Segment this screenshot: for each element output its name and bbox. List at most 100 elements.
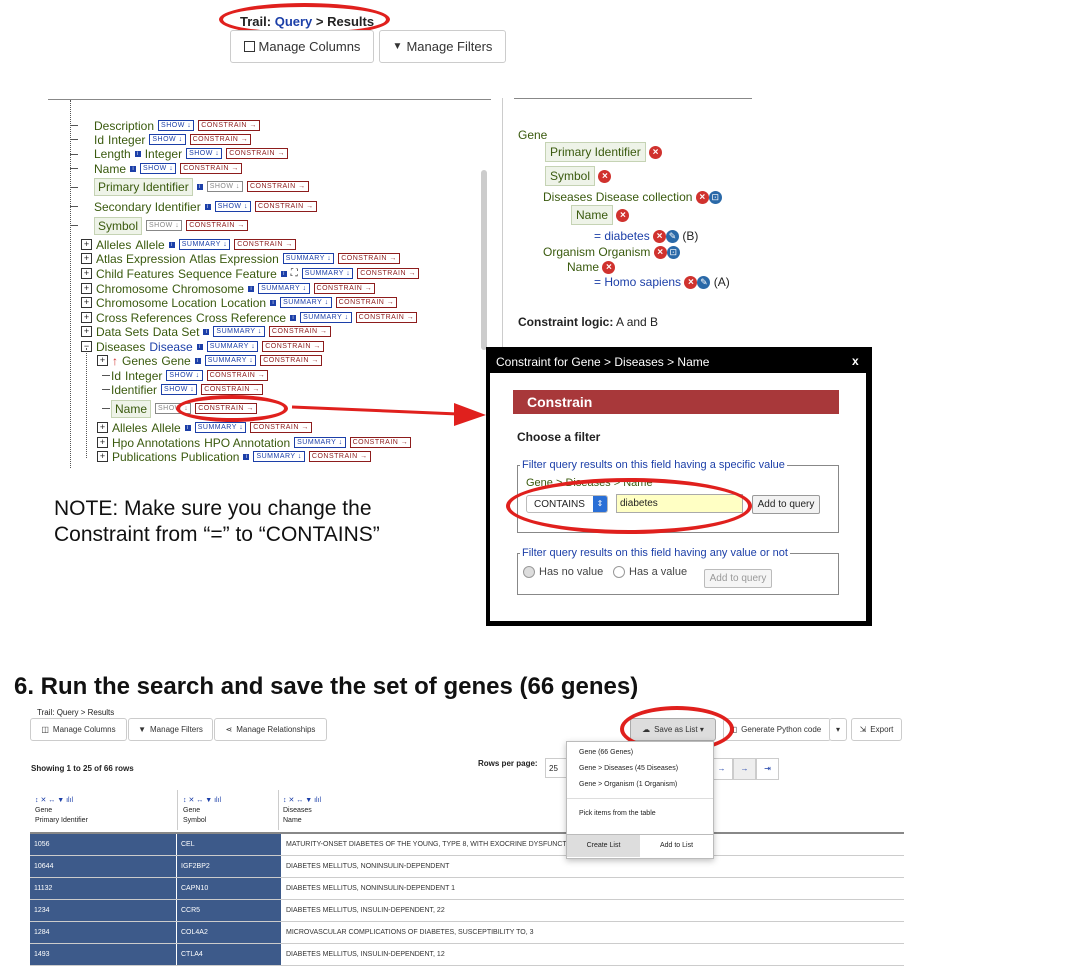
column-tools[interactable]: ↕ ✕ ↔ ▼ ılıl: [183, 796, 221, 806]
results-manage-filters-button[interactable]: ▼ Manage Filters: [128, 718, 213, 741]
results-manage-columns-button[interactable]: ◫ Manage Columns: [30, 718, 127, 741]
column-tools[interactable]: ↕ ✕ ↔ ▼ ılıl: [35, 796, 88, 806]
query-organism[interactable]: Organism Organism × ⊡: [543, 245, 680, 260]
expand-icon[interactable]: +: [81, 326, 92, 337]
manage-columns-label: Manage Columns: [258, 39, 361, 54]
add-to-query-button[interactable]: Add to query: [752, 495, 820, 514]
query-diseases[interactable]: Diseases Disease collection × ⊡: [543, 190, 722, 205]
rows-per-page-select[interactable]: 25: [545, 758, 567, 778]
tree-item-id[interactable]: Id Integer SHOW ↓ CONSTRAIN →: [94, 132, 252, 147]
tree-item-length[interactable]: Length i Integer SHOW ↓ CONSTRAIN →: [94, 146, 288, 161]
expand-icon[interactable]: +: [81, 253, 92, 264]
tree-item-primary-identifier[interactable]: Primary Identifier i SHOW ↓ CONSTRAIN →: [94, 177, 309, 196]
info-icon: i: [134, 150, 141, 157]
expand-icon[interactable]: +: [97, 451, 108, 462]
table-row[interactable]: 1234 CCR5 DIABETES MELLITUS, INSULIN-DEPEN…: [30, 900, 904, 922]
remove-icon[interactable]: ×: [695, 191, 709, 205]
results-manage-relationships-button[interactable]: ⋖ Manage Relationships: [214, 718, 327, 741]
remove-icon[interactable]: ×: [602, 261, 616, 275]
tree-item-publications[interactable]: + Publications Publication i SUMMARY ↓ CONS…: [97, 449, 371, 464]
manage-filters-button[interactable]: ▼ Manage Filters: [379, 30, 506, 63]
expand-icon[interactable]: +: [81, 297, 92, 308]
edit-icon[interactable]: ✎: [666, 230, 680, 244]
has-no-value-option[interactable]: Has no value: [523, 566, 603, 578]
column-header-symbol[interactable]: ↕ ✕ ↔ ▼ ılıl Gene Symbol: [183, 796, 221, 826]
tree-item-chromosome[interactable]: + Chromosome Chromosome i SUMMARY ↓ CONSTRA…: [81, 281, 376, 296]
constraint-logic: Constraint logic: A and B: [518, 315, 659, 329]
info-icon: i: [194, 357, 201, 364]
radio-icon[interactable]: [523, 566, 535, 578]
remove-icon[interactable]: ×: [653, 246, 667, 260]
generate-python-button[interactable]: ▯ Generate Python code: [723, 718, 831, 741]
query-symbol[interactable]: Symbol ×: [545, 166, 612, 186]
info-icon: i: [290, 314, 297, 321]
remove-icon[interactable]: ×: [649, 146, 663, 160]
tree-item-disease-id[interactable]: Id Integer SHOW ↓ CONSTRAIN →: [111, 368, 269, 383]
tree-scrollbar[interactable]: [481, 170, 487, 350]
tree-item-chromosome-location[interactable]: + Chromosome Location Location i SUMMARY ↓…: [81, 295, 398, 310]
python-dropdown-button[interactable]: ▾: [829, 718, 847, 741]
remove-icon[interactable]: ×: [616, 209, 630, 223]
column-divider: [278, 790, 279, 830]
hierarchy-icon: ⛶: [290, 268, 298, 279]
query-primary-identifier[interactable]: Primary Identifier ×: [545, 142, 663, 162]
results-trail[interactable]: Trail: Query > Results: [37, 708, 114, 717]
table-row[interactable]: 10644 IGF2BP2 DIABETES MELLITUS, NONINSULI…: [30, 856, 904, 878]
column-header-primary-identifier[interactable]: ↕ ✕ ↔ ▼ ılıl Gene Primary Identifier: [35, 796, 88, 826]
step-heading: 6. Run the search and save the set of ge…: [14, 673, 639, 700]
constraint-homo-sapiens[interactable]: = Homo sapiens × ✎ (A): [594, 275, 730, 290]
radio-icon[interactable]: [613, 566, 625, 578]
reverse-arrow-icon: ↑: [112, 353, 118, 368]
constraint-diabetes[interactable]: = diabetes × ✎ (B): [594, 229, 698, 244]
manage-columns-button[interactable]: Manage Columns: [230, 30, 374, 63]
table-row[interactable]: 1056 CEL MATURITY-ONSET DIABETES OF THE YO…: [30, 834, 904, 856]
expand-icon[interactable]: +: [81, 239, 92, 250]
tree-item-child-features[interactable]: + Child Features Sequence Feature i ⛶ SUMMA…: [81, 266, 419, 281]
menu-item-organism[interactable]: Gene > Organism (1 Organism): [579, 781, 677, 788]
has-a-value-option[interactable]: Has a value: [613, 566, 687, 578]
tree-item-alleles[interactable]: + Alleles Allele i SUMMARY ↓ CONSTRAIN →: [81, 237, 296, 252]
create-list-tab[interactable]: Create List: [567, 834, 640, 857]
next-page-icon-2[interactable]: →: [733, 758, 756, 780]
remove-icon[interactable]: ×: [684, 276, 698, 290]
tree-item-symbol[interactable]: Symbol SHOW ↓ CONSTRAIN →: [94, 216, 248, 235]
tree-item-secondary-identifier[interactable]: Secondary Identifier i SHOW ↓ CONSTRAIN →: [94, 199, 317, 214]
table-row[interactable]: 11132 CAPN10 DIABETES MELLITUS, NONINSULIN…: [30, 878, 904, 900]
query-organism-name[interactable]: Name ×: [567, 260, 616, 275]
info-icon: i: [130, 165, 137, 172]
join-icon[interactable]: ⊡: [708, 191, 722, 205]
menu-item-diseases[interactable]: Gene > Diseases (45 Diseases): [579, 765, 678, 772]
tree-item-disease-alleles[interactable]: + Alleles Allele i SUMMARY ↓ CONSTRAIN →: [97, 420, 312, 435]
expand-icon[interactable]: +: [81, 283, 92, 294]
remove-icon[interactable]: ×: [598, 170, 612, 184]
join-icon[interactable]: ⊡: [666, 246, 680, 260]
column-tools[interactable]: ↕ ✕ ↔ ▼ ılıl: [283, 796, 321, 806]
menu-item-genes[interactable]: Gene (66 Genes): [579, 749, 633, 756]
expand-icon[interactable]: +: [81, 312, 92, 323]
last-page-icon[interactable]: ⇥: [756, 758, 779, 780]
export-button[interactable]: ⇲ Export: [851, 718, 902, 741]
menu-item-pick-items[interactable]: Pick items from the table: [579, 810, 656, 817]
tree-item-genes[interactable]: + ↑ Genes Gene i SUMMARY ↓ CONSTRAIN →: [97, 353, 322, 368]
results-table: 1056 CEL MATURITY-ONSET DIABETES OF THE YO…: [30, 834, 904, 966]
edit-icon[interactable]: ✎: [697, 276, 711, 290]
tree-item-atlas-expression[interactable]: + Atlas Expression Atlas Expression SUMMA…: [81, 251, 400, 266]
table-row[interactable]: 1284 COL4A2 MICROVASCULAR COMPLICATIONS OF…: [30, 922, 904, 944]
tree-item-description[interactable]: Description SHOW ↓ CONSTRAIN →: [94, 118, 260, 133]
collapse-icon[interactable]: −: [81, 341, 92, 352]
query-disease-name[interactable]: Name ×: [571, 205, 630, 225]
tree-item-data-sets[interactable]: + Data Sets Data Set i SUMMARY ↓ CONSTRAIN …: [81, 324, 331, 339]
add-to-query-disabled-button[interactable]: Add to query: [704, 569, 772, 588]
add-to-list-tab[interactable]: Add to List: [640, 834, 713, 857]
remove-icon[interactable]: ×: [653, 230, 667, 244]
tree-item-name[interactable]: Name i SHOW ↓ CONSTRAIN →: [94, 161, 242, 176]
tree-item-cross-references[interactable]: + Cross References Cross Reference i SUMMA…: [81, 310, 418, 325]
expand-icon[interactable]: +: [97, 422, 108, 433]
expand-icon[interactable]: +: [97, 437, 108, 448]
expand-icon[interactable]: +: [81, 268, 92, 279]
tree-item-diseases[interactable]: − Diseases Disease i SUMMARY ↓ CONSTRAIN →: [81, 339, 324, 354]
expand-icon[interactable]: +: [97, 355, 108, 366]
dialog-close-button[interactable]: x: [852, 354, 859, 368]
tree-item-hpo-annotations[interactable]: + Hpo Annotations HPO Annotation SUMMARY …: [97, 435, 412, 450]
column-header-disease-name[interactable]: ↕ ✕ ↔ ▼ ılıl Diseases Name: [283, 796, 321, 826]
